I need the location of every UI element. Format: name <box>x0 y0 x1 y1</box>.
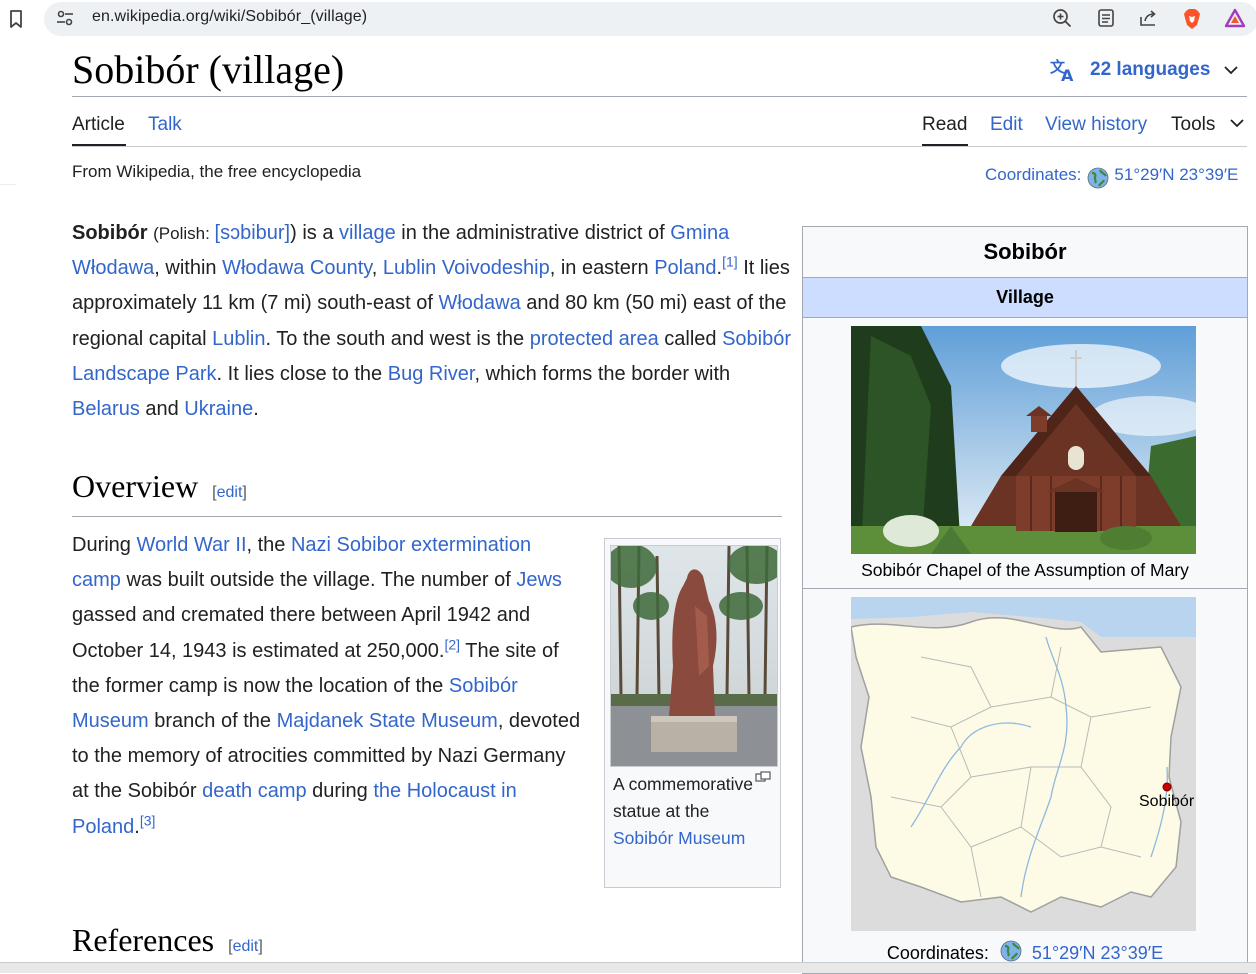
browser-toolbar: en.wikipedia.org/wiki/Sobibór_(village) <box>0 0 1256 38</box>
title-divider <box>72 96 1247 97</box>
chevron-down-icon <box>1224 66 1239 75</box>
overview-paragraph: During World War II, the Nazi Sobibor ex… <box>72 528 582 845</box>
globe-icon[interactable] <box>1087 167 1109 189</box>
overview-edit-link[interactable]: edit <box>217 484 243 501</box>
bracket: ] <box>242 484 247 501</box>
infobox: Sobibór Village Sobibór Chapel of the As… <box>802 226 1248 974</box>
text-run: , in eastern <box>549 257 655 280</box>
link-world-war-ii[interactable]: World War II <box>136 534 246 556</box>
tabs-divider <box>72 146 1247 147</box>
text-run: during <box>306 780 374 803</box>
text-run: During <box>72 534 137 556</box>
text-run: was built outside the village. The numbe… <box>120 569 517 592</box>
link-lublin[interactable]: Lublin <box>212 328 265 350</box>
caption-text: A commemorative statue at the <box>613 774 754 821</box>
subject-bold: Sobibór <box>72 222 148 244</box>
tab-read[interactable]: Read <box>922 114 967 136</box>
ref-1[interactable]: [1] <box>722 254 738 270</box>
link-wlodawa-county[interactable]: Włodawa County <box>222 257 372 279</box>
overview-heading-text: Overview <box>72 468 199 504</box>
chapel-photo[interactable] <box>851 326 1196 554</box>
thumbnail-caption: A commemorative statue at the Sobibór Mu… <box>613 771 763 852</box>
link-sobibor-museum-caption[interactable]: Sobibór Museum <box>613 828 745 848</box>
tools-menu[interactable]: Tools <box>1171 114 1215 136</box>
zoom-icon[interactable] <box>1052 8 1072 28</box>
overview-heading: Overview [edit] <box>72 468 247 505</box>
tab-article[interactable]: Article <box>72 114 125 136</box>
coordinates-value[interactable]: 51°29′N 23°39′E <box>1114 165 1238 185</box>
text-run: called <box>658 327 723 350</box>
references-heading-text: References <box>72 922 215 958</box>
reader-mode-icon[interactable] <box>1096 8 1116 28</box>
link-majdanek-museum[interactable]: Majdanek State Museum <box>277 710 498 732</box>
ipa-link[interactable]: [sɔbibur] <box>215 222 291 244</box>
location-map[interactable]: Sobibór <box>851 597 1196 931</box>
page-title: Sobibór (village) <box>72 47 345 92</box>
coordinates-label[interactable]: Coordinates <box>985 165 1077 185</box>
chevron-down-icon[interactable] <box>1230 118 1244 128</box>
link-jews[interactable]: Jews <box>516 569 562 591</box>
statue-image[interactable] <box>610 545 778 767</box>
text-run: , within <box>154 257 223 280</box>
intro-paragraph: Sobibór (Polish: [sɔbibur]) is a village… <box>72 216 792 427</box>
language-button[interactable]: 文A 22 languages <box>1050 56 1250 84</box>
infobox-title: Sobibór <box>983 239 1067 264</box>
ref-2[interactable]: [2] <box>444 636 460 652</box>
link-death-camp[interactable]: death camp <box>202 780 307 802</box>
text-run: branch of the <box>148 710 277 733</box>
references-heading: References [edit] <box>72 922 263 959</box>
language-count: 22 languages <box>1090 59 1211 80</box>
text-run: . It lies close to the <box>216 362 388 385</box>
references-edit-section: [edit] <box>228 938 263 955</box>
infobox-divider <box>803 588 1247 589</box>
text-run: , the <box>246 534 291 556</box>
globe-icon[interactable] <box>1000 940 1022 962</box>
infobox-divider <box>803 317 1247 318</box>
brave-shields-icon[interactable] <box>1182 8 1202 29</box>
bracket: ] <box>258 938 263 955</box>
tab-talk[interactable]: Talk <box>148 114 182 136</box>
chapel-caption: Sobibór Chapel of the Assumption of Mary <box>861 560 1189 580</box>
overview-edit-section: [edit] <box>212 484 247 501</box>
sidebar-edge <box>0 184 16 185</box>
site-settings-icon[interactable] <box>56 9 74 27</box>
infobox-coordinates: Coordinates: 51°29′N 23°39′E <box>803 937 1247 964</box>
link-bug-river[interactable]: Bug River <box>388 363 475 385</box>
link-protected-area[interactable]: protected area <box>530 328 659 350</box>
svg-text:A: A <box>1061 66 1074 82</box>
tab-edit[interactable]: Edit <box>990 114 1023 136</box>
tagline: From Wikipedia, the free encyclopedia <box>72 162 362 181</box>
url-text[interactable]: en.wikipedia.org/wiki/Sobibór_(village) <box>92 8 367 26</box>
link-wlodawa[interactable]: Włodawa <box>438 292 520 314</box>
tab-view-history[interactable]: View history <box>1045 114 1147 136</box>
text-run: and <box>139 398 185 421</box>
link-ukraine[interactable]: Ukraine <box>184 398 253 420</box>
coordinates-value[interactable]: 51°29′N 23°39′E <box>1032 943 1163 963</box>
link-lublin-voivodeship[interactable]: Lublin Voivodeship <box>383 257 550 279</box>
ref-3[interactable]: [3] <box>140 812 156 828</box>
brave-rewards-icon[interactable] <box>1224 8 1246 28</box>
link-belarus[interactable]: Belarus <box>72 398 140 420</box>
map-marker-label: Sobibór <box>1139 793 1195 810</box>
text-run: , which forms the border with <box>474 362 731 385</box>
infobox-type: Village <box>803 278 1247 317</box>
share-icon[interactable] <box>1138 8 1158 28</box>
link-village[interactable]: village <box>339 222 396 244</box>
text-run: . <box>253 398 259 421</box>
text-run: in the administrative district of <box>395 222 671 244</box>
coordinates-label: Coordinates <box>886 943 984 963</box>
translate-icon: 文A <box>1050 58 1074 82</box>
thumbnail-figure: A commemorative statue at the Sobibór Mu… <box>604 538 781 888</box>
coordinates-top: Coordinates: 51°29′N 23°39′E <box>985 164 1238 189</box>
text-run: ) is a <box>290 222 340 244</box>
text-run: , <box>371 257 383 280</box>
polish-label: (Polish: <box>153 224 215 243</box>
references-edit-link[interactable]: edit <box>233 938 259 955</box>
link-poland[interactable]: Poland <box>654 257 716 279</box>
scrollbar-track[interactable] <box>0 962 1256 973</box>
text-run: . To the south and west is the <box>265 327 530 350</box>
bookmark-icon[interactable] <box>6 8 26 30</box>
overview-divider <box>72 516 782 517</box>
